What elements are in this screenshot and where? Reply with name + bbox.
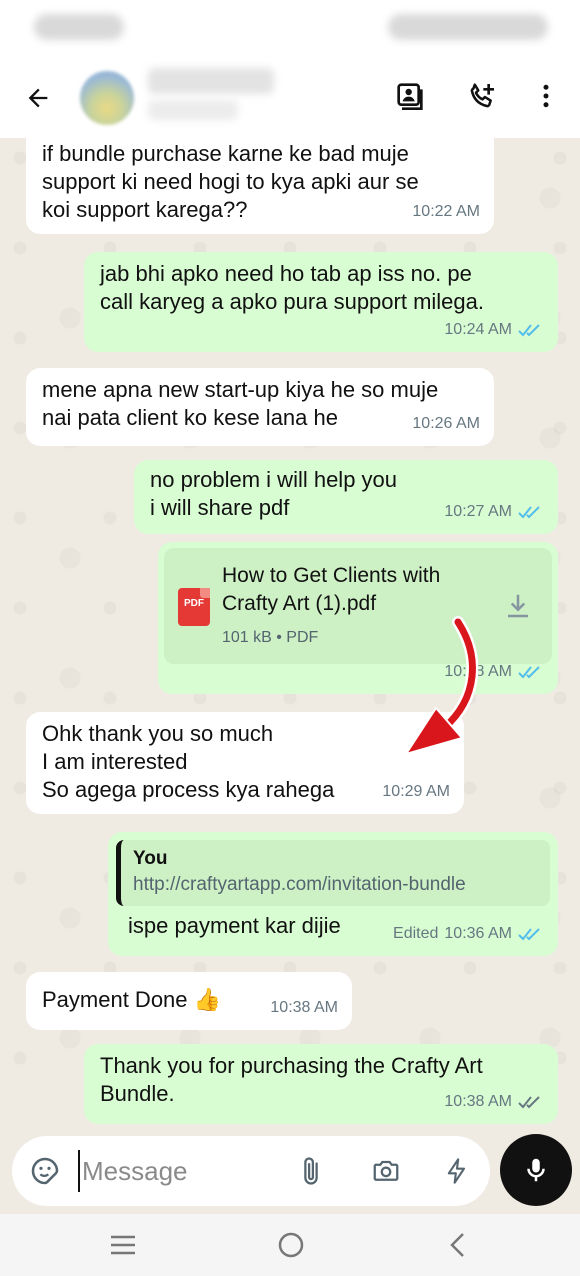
- system-nav-bar: [0, 1214, 580, 1276]
- message-time: 10:38 AM: [270, 999, 338, 1016]
- message-meta: 10:26 AM: [412, 410, 480, 438]
- status-bar: [0, 0, 580, 56]
- incoming-message[interactable]: Ohk thank you so much I am interested So…: [26, 712, 464, 814]
- message-meta: Edited 10:36 AM: [393, 920, 544, 948]
- message-time: 10:29 AM: [382, 783, 450, 800]
- read-ticks-icon: [518, 666, 540, 679]
- message-meta: 10:38 AM: [444, 1088, 544, 1116]
- outgoing-document-message[interactable]: PDF How to Get Clients with Crafty Art (…: [158, 542, 558, 694]
- document-name: How to Get Clients with Crafty Art (1).p…: [222, 564, 441, 615]
- quote-link[interactable]: http://craftyartapp.com/invitation-bundl…: [133, 872, 538, 898]
- home-icon[interactable]: [274, 1228, 308, 1262]
- document-card[interactable]: PDF How to Get Clients with Crafty Art (…: [164, 548, 552, 664]
- quoted-message[interactable]: You http://craftyartapp.com/invitation-b…: [116, 840, 550, 906]
- incoming-message[interactable]: Payment Done 👍 10:38 AM: [26, 972, 352, 1030]
- message-time: 10:22 AM: [412, 203, 480, 220]
- outgoing-message[interactable]: no problem i will help you i will share …: [134, 460, 558, 534]
- more-vert-icon[interactable]: [526, 76, 566, 116]
- contact-status: [148, 100, 238, 120]
- edited-label: Edited: [393, 925, 439, 942]
- message-meta: 10:38 AM: [270, 994, 338, 1022]
- recents-icon[interactable]: [106, 1228, 140, 1262]
- back-nav-icon[interactable]: [440, 1228, 474, 1262]
- avatar[interactable]: [80, 71, 134, 125]
- red-arrow-annotation: [405, 616, 479, 755]
- message-time: 10:24 AM: [444, 321, 512, 338]
- message-text: jab bhi apko need ho tab ap iss no. pe c…: [100, 261, 484, 314]
- read-ticks-icon: [518, 324, 540, 337]
- outgoing-reply-message[interactable]: You http://craftyartapp.com/invitation-b…: [108, 832, 558, 956]
- message-time: 10:27 AM: [444, 503, 512, 520]
- status-icons: [388, 14, 548, 40]
- message-meta: 10:24 AM: [444, 316, 544, 344]
- quote-author: You: [133, 848, 168, 869]
- camera-icon[interactable]: [368, 1154, 404, 1188]
- download-icon[interactable]: [502, 590, 534, 622]
- chat-header: [0, 56, 580, 138]
- back-arrow-icon[interactable]: [18, 78, 58, 118]
- message-input[interactable]: [78, 1150, 278, 1192]
- message-time: 10:26 AM: [412, 415, 480, 432]
- outgoing-message[interactable]: Thank you for purchasing the Crafty Art …: [84, 1044, 558, 1124]
- pdf-file-icon: PDF: [178, 588, 210, 626]
- message-composer: [12, 1136, 490, 1206]
- sticker-icon[interactable]: [28, 1154, 62, 1188]
- chat-area[interactable]: if bundle purchase karne ke bad muje sup…: [0, 138, 580, 1138]
- incoming-message[interactable]: mene apna new start-up kiya he so muje n…: [26, 368, 494, 446]
- mic-icon: [527, 1158, 545, 1182]
- message-meta: 10:27 AM: [444, 498, 544, 526]
- read-ticks-icon: [518, 928, 540, 941]
- add-call-icon[interactable]: [462, 76, 502, 116]
- flash-icon[interactable]: [440, 1154, 474, 1188]
- message-time: 10:36 AM: [444, 925, 512, 942]
- outgoing-message[interactable]: jab bhi apko need ho tab ap iss no. pe c…: [84, 252, 558, 352]
- status-time: [34, 14, 124, 40]
- mic-button[interactable]: [500, 1134, 572, 1206]
- delivered-ticks-icon: [518, 1096, 540, 1109]
- message-time: 10:38 AM: [444, 1093, 512, 1110]
- document-info: 101 kB • PDF: [222, 629, 319, 646]
- incoming-message[interactable]: if bundle purchase karne ke bad muje sup…: [26, 138, 494, 234]
- attach-icon[interactable]: [294, 1154, 328, 1188]
- contact-name[interactable]: [148, 68, 274, 94]
- message-meta: 10:29 AM: [382, 778, 450, 806]
- message-meta: 10:22 AM: [412, 198, 480, 226]
- read-ticks-icon: [518, 506, 540, 519]
- message-text: ispe payment kar dijie: [128, 913, 341, 938]
- contacts-book-icon[interactable]: [390, 76, 430, 116]
